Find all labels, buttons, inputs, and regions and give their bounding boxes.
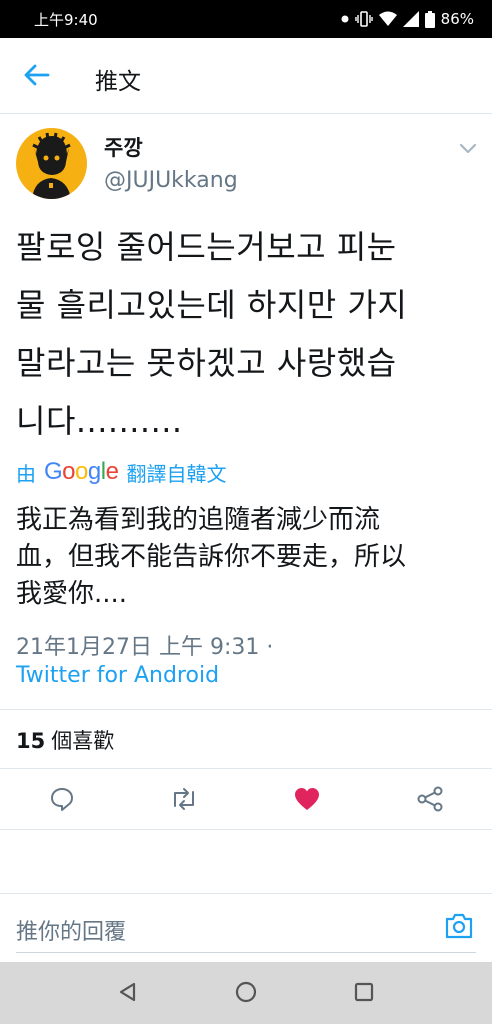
like-count-number: 15 <box>16 729 46 753</box>
signal-icon <box>402 11 419 27</box>
author-handle[interactable]: @JUJUkkang <box>104 168 238 193</box>
nav-recents-button[interactable] <box>350 980 378 1008</box>
tweet-text-line: 말라고는 못하겠고 사랑했습 <box>16 344 397 382</box>
tweet-text-line: 물 흘리고있는데 하지만 가지 <box>16 286 408 324</box>
google-logo: Google <box>44 458 119 485</box>
reply-icon <box>49 786 75 816</box>
translate-prefix: 由 <box>16 461 36 486</box>
camera-icon <box>444 913 474 944</box>
status-icons: 86% <box>341 10 474 28</box>
divider <box>0 768 492 769</box>
battery-icon <box>424 10 435 28</box>
nav-home-button[interactable] <box>232 980 260 1008</box>
reply-composer: 推你的回覆 <box>0 893 492 961</box>
retweet-icon <box>169 786 199 816</box>
system-nav-bar <box>0 962 492 1024</box>
status-time: 上午9:40 <box>34 10 98 29</box>
more-options-button[interactable] <box>458 140 480 156</box>
battery-percent: 86% <box>440 10 474 28</box>
app-header: 推文 <box>0 40 492 114</box>
nav-back-button[interactable] <box>114 980 142 1008</box>
reply-input[interactable]: 推你的回覆 <box>16 914 126 946</box>
page-title: 推文 <box>95 69 141 95</box>
tweet-text-line: 니다.......... <box>16 402 183 440</box>
square-recents-icon <box>353 981 375 1007</box>
likes-count[interactable]: 15 個喜歡 <box>16 725 114 755</box>
translated-text-line: 我正為看到我的追隨者減少而流 <box>16 505 381 535</box>
wifi-icon <box>378 11 397 27</box>
reply-input-underline <box>16 952 476 953</box>
circle-home-icon <box>234 980 258 1008</box>
share-button[interactable] <box>415 786 445 816</box>
back-button[interactable] <box>22 62 52 92</box>
triangle-back-icon <box>117 981 139 1007</box>
camera-button[interactable] <box>444 912 476 942</box>
tweet-text-line: 팔로잉 줄어드는거보고 피눈 <box>16 228 397 266</box>
chevron-down-icon <box>458 140 478 159</box>
vibrate-icon <box>354 11 373 27</box>
like-count-label: 個喜歡 <box>51 729 115 753</box>
like-button[interactable] <box>292 786 322 816</box>
tweet-action-bar <box>0 778 492 820</box>
translated-text: 我正為看到我的追隨者減少而流 血，但我不能告訴你不要走，所以 我愛你.... <box>16 502 482 613</box>
author-name[interactable]: 주깡 <box>104 132 143 162</box>
heart-icon <box>293 786 321 816</box>
translation-attribution[interactable]: 由 Google 翻譯自韓文 <box>16 456 226 488</box>
divider <box>0 829 492 830</box>
share-icon <box>416 786 444 816</box>
tweet-source-link[interactable]: Twitter for Android <box>16 663 219 688</box>
divider <box>0 709 492 710</box>
translate-suffix: 翻譯自韓文 <box>126 461 227 486</box>
status-bar: 上午9:40 86% <box>0 0 492 38</box>
translated-text-line: 我愛你.... <box>16 579 128 609</box>
retweet-button[interactable] <box>169 786 199 816</box>
avatar[interactable] <box>16 128 87 199</box>
arrow-left-icon <box>24 64 50 90</box>
reply-button[interactable] <box>47 786 77 816</box>
notification-dot-icon <box>341 15 349 23</box>
translated-text-line: 血，但我不能告訴你不要走，所以 <box>16 542 407 572</box>
tweet-timestamp: 21年1月27日 上午 9:31 · <box>16 635 274 660</box>
tweet-text: 팔로잉 줄어드는거보고 피눈 물 흘리고있는데 하지만 가지 말라고는 못하겠고… <box>16 218 482 450</box>
